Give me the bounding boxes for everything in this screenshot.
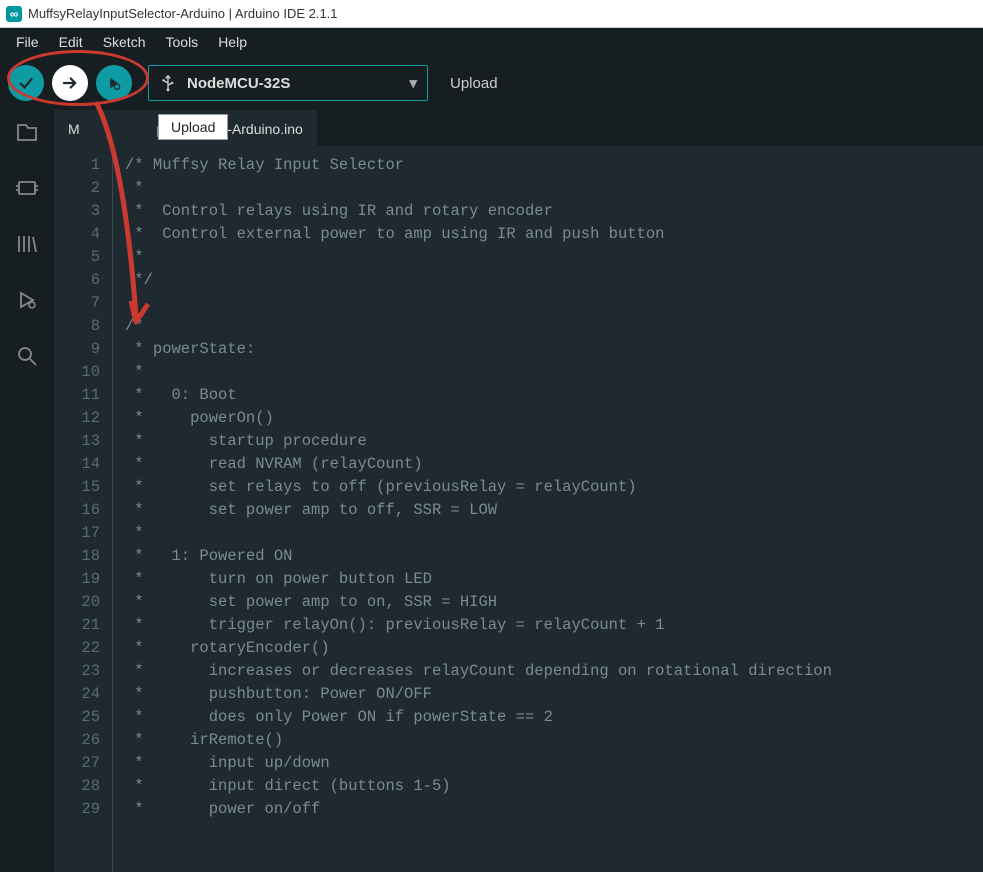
code-line[interactable]: * turn on power button LED bbox=[125, 568, 832, 591]
menu-file[interactable]: File bbox=[6, 34, 49, 50]
code-line[interactable]: * bbox=[125, 246, 832, 269]
code-line[interactable]: * powerState: bbox=[125, 338, 832, 361]
code-editor[interactable]: 1234567891011121314151617181920212223242… bbox=[54, 146, 983, 872]
code-line[interactable] bbox=[125, 292, 832, 315]
code-line[interactable]: * set power amp to on, SSR = HIGH bbox=[125, 591, 832, 614]
line-number: 3 bbox=[54, 200, 100, 223]
sketchbook-icon[interactable] bbox=[13, 118, 41, 146]
line-number: 1 bbox=[54, 154, 100, 177]
line-number: 15 bbox=[54, 476, 100, 499]
window-titlebar: MuffsyRelayInputSelector-Arduino | Ardui… bbox=[0, 0, 983, 28]
menu-sketch[interactable]: Sketch bbox=[93, 34, 156, 50]
toolbar: NodeMCU-32S ▾ Upload bbox=[0, 56, 983, 110]
line-number: 29 bbox=[54, 798, 100, 821]
tab-prefix: M bbox=[68, 121, 80, 137]
code-line[interactable]: * Control external power to amp using IR… bbox=[125, 223, 832, 246]
arrow-right-icon bbox=[61, 74, 79, 92]
line-number: 10 bbox=[54, 361, 100, 384]
line-number: 21 bbox=[54, 614, 100, 637]
line-number: 4 bbox=[54, 223, 100, 246]
search-icon[interactable] bbox=[13, 342, 41, 370]
code-line[interactable]: */ bbox=[125, 269, 832, 292]
verify-button[interactable] bbox=[8, 65, 44, 101]
window-title: MuffsyRelayInputSelector-Arduino | Ardui… bbox=[28, 6, 338, 21]
board-name: NodeMCU-32S bbox=[187, 75, 290, 92]
code-line[interactable]: * set power amp to off, SSR = LOW bbox=[125, 499, 832, 522]
line-number: 19 bbox=[54, 568, 100, 591]
tab-row: M uffsyRelayIn putSelector-Arduino.ino U… bbox=[54, 110, 983, 146]
code-line[interactable]: * set relays to off (previousRelay = rel… bbox=[125, 476, 832, 499]
code-content[interactable]: /* Muffsy Relay Input Selector * * Contr… bbox=[112, 154, 832, 872]
usb-icon bbox=[159, 74, 177, 92]
chevron-down-icon: ▾ bbox=[409, 74, 417, 92]
upload-button[interactable] bbox=[52, 65, 88, 101]
line-number: 24 bbox=[54, 683, 100, 706]
code-line[interactable]: * bbox=[125, 361, 832, 384]
code-line[interactable]: * read NVRAM (relayCount) bbox=[125, 453, 832, 476]
line-number: 23 bbox=[54, 660, 100, 683]
debug-button[interactable] bbox=[96, 65, 132, 101]
line-number: 20 bbox=[54, 591, 100, 614]
code-line[interactable]: /* bbox=[125, 315, 832, 338]
line-number: 5 bbox=[54, 246, 100, 269]
code-line[interactable]: * irRemote() bbox=[125, 729, 832, 752]
code-line[interactable]: * bbox=[125, 177, 832, 200]
debug-sidebar-icon[interactable] bbox=[13, 286, 41, 314]
code-line[interactable]: * power on/off bbox=[125, 798, 832, 821]
code-line[interactable]: * input direct (buttons 1-5) bbox=[125, 775, 832, 798]
code-line[interactable]: * pushbutton: Power ON/OFF bbox=[125, 683, 832, 706]
line-number: 17 bbox=[54, 522, 100, 545]
line-number: 7 bbox=[54, 292, 100, 315]
check-icon bbox=[17, 74, 35, 92]
library-manager-icon[interactable] bbox=[13, 230, 41, 258]
upload-label: Upload bbox=[450, 75, 498, 92]
code-line[interactable]: * input up/down bbox=[125, 752, 832, 775]
menu-bar: File Edit Sketch Tools Help bbox=[0, 28, 983, 56]
menu-edit[interactable]: Edit bbox=[49, 34, 93, 50]
line-number: 28 bbox=[54, 775, 100, 798]
line-number: 12 bbox=[54, 407, 100, 430]
arduino-app-icon bbox=[6, 6, 22, 22]
line-number: 13 bbox=[54, 430, 100, 453]
upload-tooltip: Upload bbox=[158, 114, 228, 140]
line-number: 18 bbox=[54, 545, 100, 568]
code-line[interactable]: * startup procedure bbox=[125, 430, 832, 453]
line-number: 9 bbox=[54, 338, 100, 361]
code-line[interactable]: * trigger relayOn(): previousRelay = rel… bbox=[125, 614, 832, 637]
code-line[interactable]: * 0: Boot bbox=[125, 384, 832, 407]
code-line[interactable]: * powerOn() bbox=[125, 407, 832, 430]
editor-area: M uffsyRelayIn putSelector-Arduino.ino U… bbox=[54, 110, 983, 872]
line-number: 25 bbox=[54, 706, 100, 729]
play-gear-icon bbox=[105, 74, 123, 92]
line-number: 2 bbox=[54, 177, 100, 200]
line-number: 6 bbox=[54, 269, 100, 292]
board-selector[interactable]: NodeMCU-32S ▾ bbox=[148, 65, 428, 101]
line-number: 22 bbox=[54, 637, 100, 660]
main-area: M uffsyRelayIn putSelector-Arduino.ino U… bbox=[0, 110, 983, 872]
code-line[interactable]: /* Muffsy Relay Input Selector bbox=[125, 154, 832, 177]
boards-manager-icon[interactable] bbox=[13, 174, 41, 202]
menu-help[interactable]: Help bbox=[208, 34, 257, 50]
menu-tools[interactable]: Tools bbox=[156, 34, 209, 50]
code-line[interactable]: * rotaryEncoder() bbox=[125, 637, 832, 660]
code-line[interactable]: * bbox=[125, 522, 832, 545]
line-number: 26 bbox=[54, 729, 100, 752]
code-line[interactable]: * 1: Powered ON bbox=[125, 545, 832, 568]
line-number: 11 bbox=[54, 384, 100, 407]
activity-bar bbox=[0, 110, 54, 872]
line-number: 27 bbox=[54, 752, 100, 775]
code-line[interactable]: * does only Power ON if powerState == 2 bbox=[125, 706, 832, 729]
line-number: 8 bbox=[54, 315, 100, 338]
line-number: 16 bbox=[54, 499, 100, 522]
code-line[interactable]: * increases or decreases relayCount depe… bbox=[125, 660, 832, 683]
line-number: 14 bbox=[54, 453, 100, 476]
line-number-gutter: 1234567891011121314151617181920212223242… bbox=[54, 154, 112, 872]
code-line[interactable]: * Control relays using IR and rotary enc… bbox=[125, 200, 832, 223]
